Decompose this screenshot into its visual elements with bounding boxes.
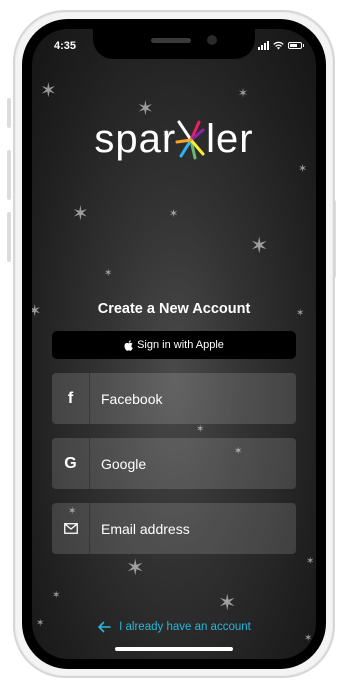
sparkler-logo: spar ler — [32, 117, 316, 162]
sparkle-icon: ✶ — [218, 590, 237, 615]
facebook-button-label: Facebook — [101, 390, 163, 407]
signal-icon — [258, 41, 269, 50]
google-button-label: Google — [101, 455, 147, 472]
phone-bezel: 4:35 ✶ ✶ ✶ ✶ ✶ ✶ ✶ ✶ ✶ ✶ ✶ ✶ ✶ ✶ ✶ ✶ ✶ ✶… — [22, 19, 326, 669]
status-time: 4:35 — [54, 40, 77, 52]
sparkle-icon: ✶ — [196, 424, 205, 435]
page: 4:35 ✶ ✶ ✶ ✶ ✶ ✶ ✶ ✶ ✶ ✶ ✶ ✶ ✶ ✶ ✶ ✶ ✶ ✶… — [0, 0, 342, 682]
login-link-label: I already have an account — [119, 621, 251, 633]
sparkle-icon: ✶ — [306, 556, 315, 567]
sparkle-icon: ✶ — [126, 555, 145, 580]
sparkle-icon: ✶ — [40, 80, 57, 102]
sparkle-icon: ✶ — [298, 163, 308, 175]
apple-button-label: Sign in with Apple — [137, 339, 224, 351]
sparkle-logo-icon — [175, 120, 205, 159]
camera — [207, 35, 217, 45]
email-icon-box — [52, 503, 90, 554]
logo-text-right: ler — [206, 117, 254, 161]
envelope-icon — [63, 523, 78, 534]
already-have-account-link[interactable]: I already have an account — [32, 621, 316, 633]
page-title: Create a New Account — [97, 301, 251, 317]
sparkle-icon: ✶ — [72, 203, 89, 225]
volume-up-button — [7, 150, 11, 200]
facebook-icon-box: f — [52, 373, 90, 424]
mute-switch — [7, 98, 11, 128]
logo-text-left: spar — [94, 117, 177, 161]
sparkle-icon: ✶ — [238, 86, 249, 100]
email-button-label: Email address — [101, 520, 190, 537]
home-indicator[interactable] — [115, 647, 233, 651]
arrow-left-icon — [98, 621, 111, 633]
apple-icon — [124, 339, 133, 351]
status-icons — [258, 41, 304, 50]
sparkle-icon: ✶ — [169, 208, 179, 220]
google-button[interactable]: G Google — [52, 438, 296, 489]
facebook-button[interactable]: f Facebook — [52, 373, 296, 424]
google-icon-box: G — [52, 438, 90, 489]
sparkle-icon: ✶ — [52, 590, 61, 601]
battery-icon — [288, 42, 304, 49]
speaker — [151, 38, 191, 43]
google-icon: G — [64, 454, 77, 472]
facebook-icon: f — [67, 389, 74, 407]
notch — [93, 29, 255, 59]
email-address-button[interactable]: Email address — [52, 503, 296, 554]
sparkle-icon: ✶ — [304, 633, 313, 644]
volume-down-button — [7, 212, 11, 262]
sparkle-icon: ✶ — [137, 98, 154, 120]
wifi-icon — [273, 41, 284, 50]
sparkle-icon: ✶ — [104, 268, 113, 279]
app-screen: 4:35 ✶ ✶ ✶ ✶ ✶ ✶ ✶ ✶ ✶ ✶ ✶ ✶ ✶ ✶ ✶ ✶ ✶ ✶… — [32, 29, 316, 659]
phone-frame: 4:35 ✶ ✶ ✶ ✶ ✶ ✶ ✶ ✶ ✶ ✶ ✶ ✶ ✶ ✶ ✶ ✶ ✶ ✶… — [13, 10, 335, 678]
sign-in-with-apple-button[interactable]: Sign in with Apple — [52, 331, 296, 359]
sparkle-icon: ✶ — [250, 233, 269, 258]
